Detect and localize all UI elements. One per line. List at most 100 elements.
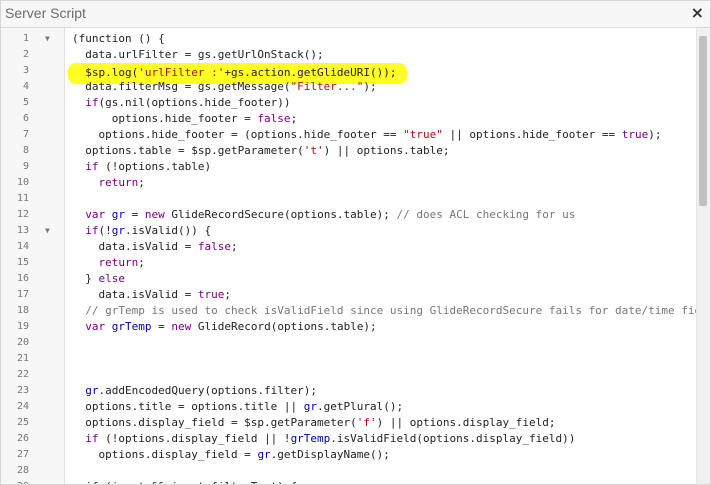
code-token: || options.hide_footer ==	[442, 128, 622, 141]
code-token: options.hide_footer =	[72, 112, 258, 125]
code-line[interactable]: 28	[1, 463, 697, 479]
panel-title: Server Script	[5, 5, 86, 21]
line-number: 22	[16, 369, 29, 380]
code-line[interactable]: 18 // grTemp is used to check isValidFie…	[1, 303, 701, 319]
code-text: } else	[72, 271, 125, 287]
code-token: return	[98, 176, 139, 189]
code-line[interactable]: 11	[1, 191, 697, 207]
code-token: "Filter..."	[290, 80, 364, 93]
code-token: if	[85, 224, 99, 237]
code-line[interactable]: 20	[1, 335, 697, 351]
line-number: 10	[16, 177, 29, 188]
scrollbar-thumb[interactable]	[699, 36, 707, 206]
code-line[interactable]: 8 options.table = $sp.getParameter('t') …	[1, 143, 697, 159]
code-token: =	[151, 320, 172, 333]
code-token: false	[257, 112, 291, 125]
code-line[interactable]: 4 data.filterMsg = gs.getMessage("Filter…	[1, 79, 697, 95]
line-number: 15	[16, 257, 29, 268]
code-token: (function () {	[72, 32, 165, 45]
code-token: GlideRecord(options.table);	[191, 320, 377, 333]
code-line[interactable]: 27 options.display_field = gr.getDisplay…	[1, 447, 697, 463]
code-token: ;	[230, 240, 238, 253]
code-line[interactable]: 5 if(gs.nil(options.hide_footer))	[1, 95, 697, 111]
line-number: 2	[22, 49, 29, 60]
code-line[interactable]: 25 options.display_field = $sp.getParame…	[1, 415, 697, 431]
code-text: gr.addEncodedQuery(options.filter);	[72, 383, 317, 399]
code-line[interactable]: 2 data.urlFilter = gs.getUrlOnStack();	[1, 47, 697, 63]
code-token: gr	[111, 224, 125, 237]
code-token: ) || options.display_field;	[376, 416, 556, 429]
code-line[interactable]: 3 $sp.log('urlFilter :'+gs.action.getGli…	[1, 63, 697, 84]
code-token: var	[85, 320, 106, 333]
code-text: var grTemp = new GlideRecord(options.tab…	[72, 319, 377, 335]
code-token: .getPlural();	[317, 400, 404, 413]
code-text: if (!options.table)	[72, 159, 211, 175]
code-line[interactable]: 26 if (!options.display_field || !grTemp…	[1, 431, 697, 447]
code-token: ;	[138, 176, 145, 189]
code-token: ;	[224, 288, 231, 301]
code-text: (function () {	[72, 31, 165, 47]
code-token: }	[72, 272, 99, 285]
code-line[interactable]: 6 options.hide_footer = false;	[1, 111, 697, 127]
code-token: options.table = $sp.getParameter(	[72, 144, 304, 157]
code-line[interactable]: 7 options.hide_footer = (options.hide_fo…	[1, 127, 697, 143]
code-token: gr	[111, 208, 125, 221]
line-number: 19	[16, 321, 29, 332]
fold-arrow-icon[interactable]: ▼	[45, 223, 50, 239]
fold-arrow-icon[interactable]: ▼	[45, 31, 50, 47]
code-token: options.display_field =	[72, 448, 258, 461]
code-text: return;	[72, 255, 145, 271]
code-text: if (input && input.filterText) {	[72, 479, 297, 484]
code-token: data.filterMsg = gs.getMessage(	[72, 80, 291, 93]
code-token: 't'	[303, 144, 324, 157]
code-line[interactable]: 10 return;	[1, 175, 697, 191]
code-token: true	[197, 288, 225, 301]
code-line[interactable]: 19 var grTemp = new GlideRecord(options.…	[1, 319, 697, 335]
line-number: 5	[22, 97, 29, 108]
code-line[interactable]: 22	[1, 367, 697, 383]
line-number: 12	[16, 209, 29, 220]
line-number: 6	[22, 113, 29, 124]
code-text: data.urlFilter = gs.getUrlOnStack();	[72, 47, 324, 63]
code-token: options.title = options.title ||	[72, 400, 304, 413]
code-text: // grTemp is used to check isValidField …	[72, 303, 701, 319]
code-token: new	[171, 320, 192, 333]
code-line[interactable]: 29 if (input && input.filterText) {	[1, 479, 697, 484]
code-token: if	[85, 432, 99, 445]
code-line[interactable]: 13 ▼ if(!gr.isValid()) {	[1, 223, 697, 239]
code-token: $sp.log(	[72, 66, 139, 79]
code-line[interactable]: 24 options.title = options.title || gr.g…	[1, 399, 697, 415]
code-line[interactable]: 1 ▼ (function () {	[1, 31, 697, 47]
code-line[interactable]: 14 data.isValid = false;	[1, 239, 697, 255]
code-line[interactable]: 16 } else	[1, 271, 697, 287]
code-token: false	[197, 240, 231, 253]
code-token: (!options.display_field || !	[98, 432, 291, 445]
code-line[interactable]: 15 return;	[1, 255, 697, 271]
close-icon[interactable]: ×	[691, 4, 704, 22]
code-token: ) || options.table;	[323, 144, 450, 157]
code-line[interactable]: 17 data.isValid = true;	[1, 287, 697, 303]
code-text: options.hide_footer = (options.hide_foot…	[72, 127, 661, 143]
code-token: .isValidField(options.display_field))	[330, 432, 576, 445]
code-editor[interactable]: 1 ▼ (function () { 2 data.urlFilter = gs.ge…	[1, 28, 710, 484]
code-token: data.isValid =	[72, 240, 198, 253]
code-text: options.display_field = gr.getDisplayNam…	[72, 447, 389, 463]
line-number: 9	[22, 161, 29, 172]
code-line[interactable]: 21	[1, 351, 697, 367]
code-token: "true"	[403, 128, 443, 141]
code-token: data.urlFilter = gs.getUrlOnStack();	[72, 48, 324, 61]
code-line[interactable]: 23 gr.addEncodedQuery(options.filter);	[1, 383, 697, 399]
code-token: return	[98, 256, 139, 269]
code-line[interactable]: 12 var gr = new GlideRecordSecure(option…	[1, 207, 697, 223]
line-number: 1	[22, 33, 29, 44]
code-line[interactable]: 9 if (!options.table)	[1, 159, 697, 175]
code-token: gr	[303, 400, 318, 413]
vertical-scrollbar[interactable]	[696, 28, 710, 484]
code-text: if (!options.display_field || !grTemp.is…	[72, 431, 575, 447]
